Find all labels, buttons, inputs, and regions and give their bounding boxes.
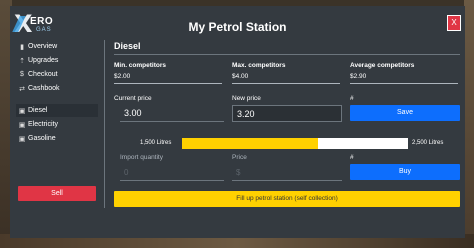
average-competitors-label: Average competitors	[350, 62, 415, 69]
average-competitors-value: $2.90	[350, 73, 458, 84]
max-competitors-label: Max. competitors	[232, 62, 286, 69]
stock-level-fill	[182, 138, 318, 149]
import-quantity-input[interactable]: 0	[120, 164, 224, 181]
fill-up-station-button[interactable]: Fill up petrol station (self collection)	[114, 191, 460, 207]
max-competitors-value: $4.00	[232, 73, 340, 84]
new-price-input[interactable]: 3.20	[232, 105, 342, 122]
current-price-field: 3.00	[120, 105, 224, 122]
section-separator	[114, 54, 460, 55]
stock-level-bar	[182, 138, 408, 149]
max-competitors: Max. competitors $4.00	[232, 62, 340, 84]
stock-capacity-label: 2,500 Litres	[412, 140, 444, 146]
window-title: My Petrol Station	[188, 20, 287, 34]
sidebar-item-label: Upgrades	[28, 57, 59, 64]
stock-current-label: 1,500 Litres	[140, 140, 172, 146]
import-price-input[interactable]: $	[232, 164, 342, 181]
sell-button[interactable]: Sell	[18, 186, 96, 201]
sidebar-item-label: Gasoline	[28, 135, 56, 142]
dollar-icon: $	[20, 71, 24, 78]
sidebar-item-label: Checkout	[28, 71, 58, 78]
sidebar-item-label: Electricity	[28, 121, 58, 128]
import-hash-label: #	[350, 154, 354, 161]
sidebar-item-label: Overview	[28, 43, 58, 50]
petrol-station-window: X ERO GAS My Petrol Station X ▮ Overview…	[10, 6, 465, 238]
sidebar-item-electricity[interactable]: ▣ Electricity	[16, 118, 98, 131]
new-price-label: New price	[232, 95, 261, 102]
cashbook-icon: ⇄	[19, 85, 25, 93]
sidebar-item-cashbook[interactable]: ⇄ Cashbook	[16, 82, 98, 95]
sidebar: ▮ Overview ⇡ Upgrades $ Checkout ⇄ Cashb…	[16, 40, 98, 146]
min-competitors-label: Min. competitors	[114, 62, 167, 69]
sidebar-item-label: Diesel	[28, 107, 48, 114]
buy-button[interactable]: Buy	[350, 164, 460, 180]
upgrade-icon: ⇡	[19, 57, 25, 65]
sidebar-item-upgrades[interactable]: ⇡ Upgrades	[16, 54, 98, 67]
sidebar-divider	[104, 40, 105, 208]
import-quantity-label: Import quantity	[120, 154, 163, 161]
fuel-pump-icon: ▣	[18, 121, 26, 129]
min-competitors-value: $2.00	[114, 73, 222, 84]
average-competitors: Average competitors $2.90	[350, 62, 458, 84]
save-button[interactable]: Save	[350, 105, 460, 121]
sidebar-item-checkout[interactable]: $ Checkout	[16, 68, 98, 81]
sidebar-item-overview[interactable]: ▮ Overview	[16, 40, 98, 53]
sidebar-item-gasoline[interactable]: ▣ Gasoline	[16, 132, 98, 145]
current-price-label: Current price	[114, 95, 152, 102]
fuel-pump-icon: ▣	[18, 107, 26, 115]
book-icon: ▮	[20, 43, 24, 51]
close-button[interactable]: X	[447, 15, 461, 31]
game-background-right	[464, 0, 474, 248]
sidebar-item-diesel[interactable]: ▣ Diesel	[16, 104, 98, 117]
sidebar-item-label: Cashbook	[28, 85, 60, 92]
fuel-pump-icon: ▣	[18, 135, 26, 143]
section-title: Diesel	[114, 41, 141, 51]
min-competitors: Min. competitors $2.00	[114, 62, 222, 84]
import-price-label: Price	[232, 154, 247, 161]
price-hash-label: #	[350, 95, 354, 102]
